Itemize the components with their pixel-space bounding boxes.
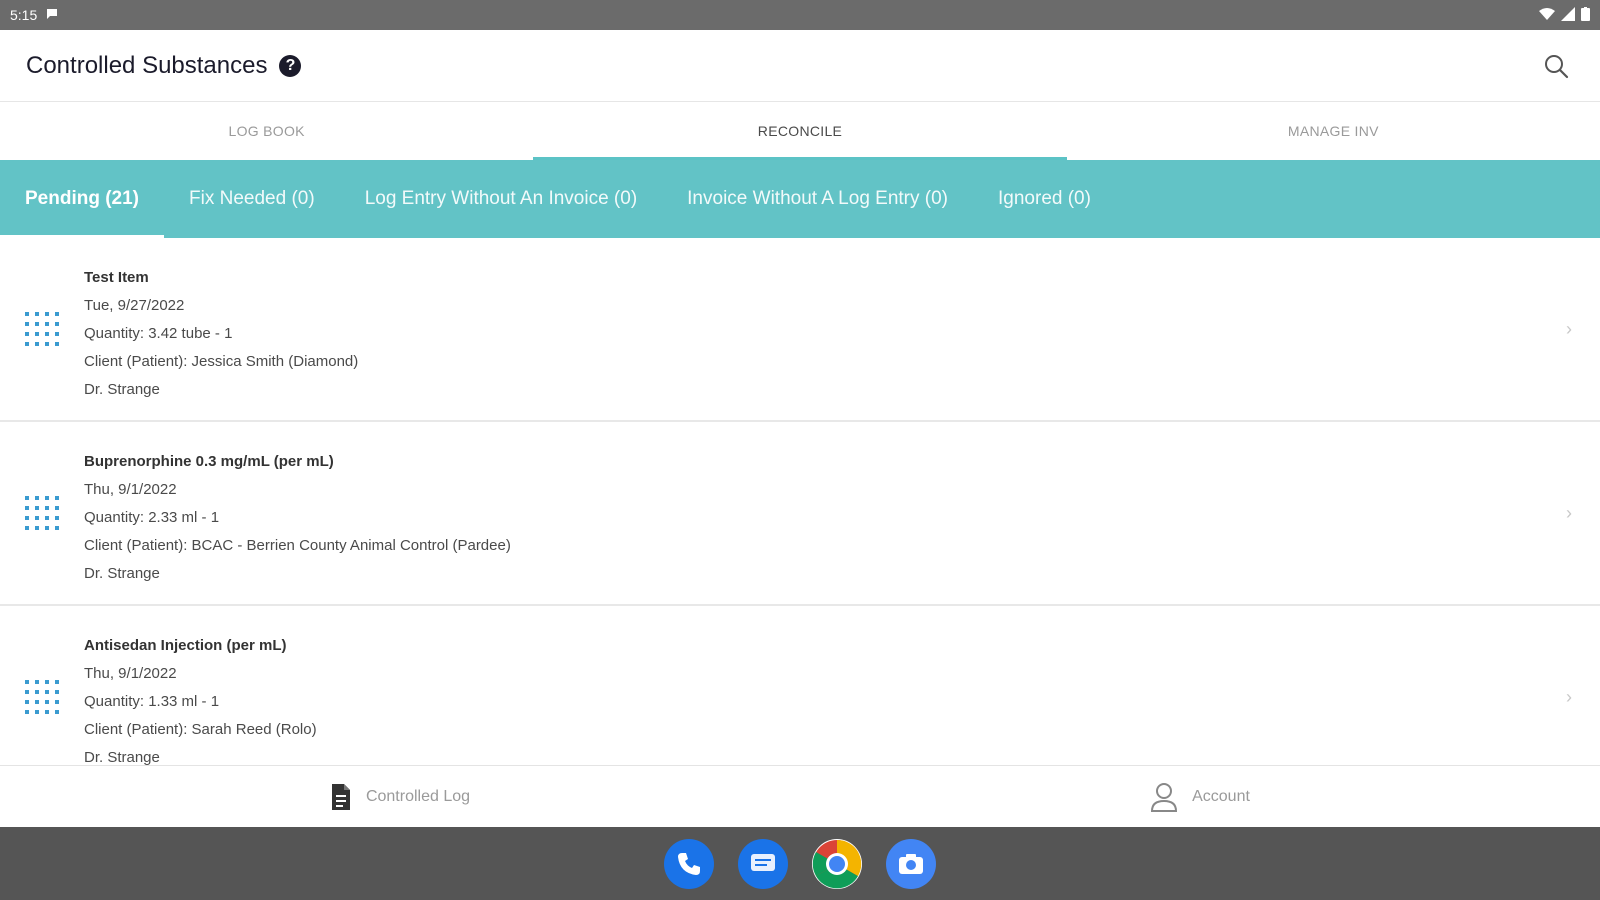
grid-icon [25,496,59,530]
item-name: Antisedan Injection (per mL) [84,637,287,654]
list-item[interactable]: Antisedan Injection (per mL) Thu, 9/1/20… [0,606,1600,765]
wifi-icon [1539,7,1555,24]
app-bar: Controlled Substances ? [0,30,1600,102]
tab-log-book[interactable]: LOG BOOK [0,102,533,160]
nav-controlled-log[interactable]: Controlled Log [0,766,800,827]
item-quantity: Quantity: 2.33 ml - 1 [84,509,220,526]
item-quantity: Quantity: 1.33 ml - 1 [84,693,220,710]
list-item[interactable]: Test Item Tue, 9/27/2022 Quantity: 3.42 … [0,238,1600,422]
item-doctor: Dr. Strange [84,381,160,398]
phone-icon[interactable] [664,838,714,889]
item-details: Buprenorphine 0.3 mg/mL (per mL) Thu, 9/… [84,448,511,588]
chrome-icon[interactable] [812,838,862,889]
top-tabs: LOG BOOK RECONCILE MANAGE INV [0,102,1600,160]
item-client: Client (Patient): BCAC - Berrien County … [84,537,511,554]
person-icon [1151,782,1178,812]
bottom-nav: Controlled Log Account [0,765,1600,827]
nav-label: Controlled Log [365,787,471,805]
messages-icon[interactable] [738,838,788,889]
item-doctor: Dr. Strange [84,749,160,765]
item-date: Tue, 9/27/2022 [84,297,185,314]
grid-icon [25,680,59,714]
filter-fix-needed[interactable]: Fix Needed (0) [164,160,340,238]
item-client: Client (Patient): Sarah Reed (Rolo) [84,721,317,738]
item-name: Test Item [84,269,149,286]
status-time: 5:15 [10,7,38,23]
filter-pending[interactable]: Pending (21) [0,160,165,238]
filter-invoice-without-log-entry[interactable]: Invoice Without A Log Entry (0) [662,160,973,238]
item-date: Thu, 9/1/2022 [84,665,177,682]
item-name: Buprenorphine 0.3 mg/mL (per mL) [84,453,334,470]
chevron-right-icon: › [1566,686,1572,707]
filter-ignored[interactable]: Ignored (0) [973,160,1116,238]
camera-icon[interactable] [886,838,936,889]
filter-log-entry-without-invoice[interactable]: Log Entry Without An Invoice (0) [340,160,662,238]
item-doctor: Dr. Strange [84,565,160,582]
battery-icon [1581,6,1590,24]
item-details: Test Item Tue, 9/27/2022 Quantity: 3.42 … [84,264,358,404]
search-icon[interactable] [1542,52,1570,80]
chat-notification-icon [45,7,59,24]
item-date: Thu, 9/1/2022 [84,481,177,498]
pending-list: Test Item Tue, 9/27/2022 Quantity: 3.42 … [0,238,1600,765]
signal-icon [1561,6,1575,24]
grid-icon [25,312,59,346]
chevron-right-icon: › [1566,502,1572,523]
page-title: Controlled Substances [26,51,268,79]
filter-bar: Pending (21) Fix Needed (0) Log Entry Wi… [0,160,1600,238]
document-icon [331,783,350,810]
tab-reconcile[interactable]: RECONCILE [533,102,1067,160]
status-bar: 5:15 [0,0,1600,30]
nav-account[interactable]: Account [800,766,1600,827]
list-item[interactable]: Buprenorphine 0.3 mg/mL (per mL) Thu, 9/… [0,422,1600,606]
tab-manage-inv[interactable]: MANAGE INV [1067,102,1600,160]
help-icon[interactable]: ? [279,54,302,77]
item-quantity: Quantity: 3.42 tube - 1 [84,325,233,342]
nav-label: Account [1192,787,1250,805]
item-client: Client (Patient): Jessica Smith (Diamond… [84,353,359,370]
item-details: Antisedan Injection (per mL) Thu, 9/1/20… [84,632,317,765]
chevron-right-icon: › [1566,318,1572,339]
system-dock [0,827,1600,900]
